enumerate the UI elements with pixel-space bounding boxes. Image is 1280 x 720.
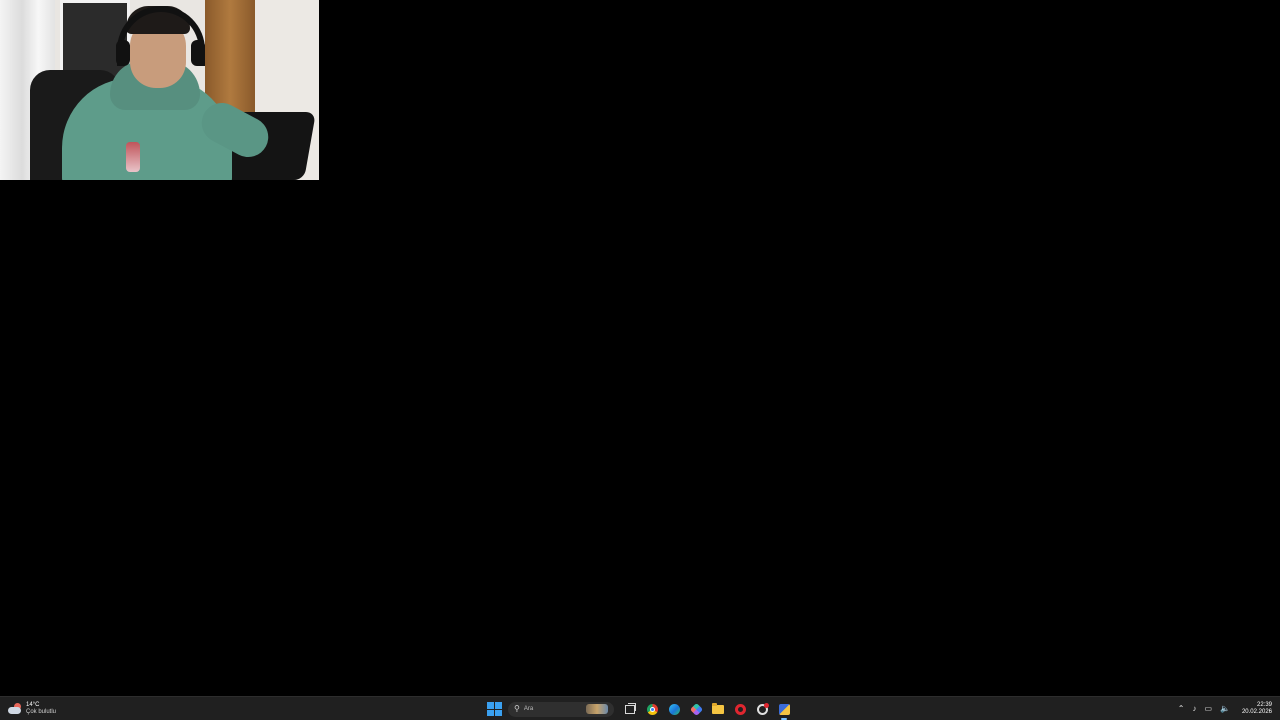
- edge-taskbar-button[interactable]: [666, 701, 682, 717]
- cloudy-weather-icon: [8, 703, 22, 715]
- folder-icon: [712, 702, 724, 714]
- microphone-icon[interactable]: ♪: [1192, 705, 1196, 713]
- webcam-headset-right: [191, 40, 205, 66]
- opera-icon: [734, 703, 746, 715]
- edge-icon: [668, 703, 680, 715]
- notes-icon: [778, 703, 790, 715]
- notes-taskbar-button[interactable]: [776, 701, 792, 720]
- taskbar: 14°C Çok bulutlu ⚲ Ara ⌃ ♪ ▭ 🔈 22:39 20.…: [0, 696, 1280, 720]
- webcam-headset-left: [116, 40, 130, 66]
- start-button[interactable]: [486, 701, 502, 717]
- chevron-up-icon[interactable]: ⌃: [1178, 705, 1185, 713]
- volume-icon[interactable]: 🔈: [1220, 705, 1230, 713]
- clock-date: 20.02.2026: [1241, 709, 1272, 715]
- weather-text: 14°C Çok bulutlu: [26, 702, 56, 716]
- task-view-button[interactable]: [622, 701, 638, 717]
- app-icon: [756, 702, 769, 715]
- clock[interactable]: 22:39 20.02.2026: [1242, 702, 1272, 716]
- tool-taskbar-button[interactable]: [754, 701, 770, 717]
- chrome-taskbar-button[interactable]: [644, 701, 660, 717]
- weather-condition: Çok bulutlu: [26, 709, 57, 715]
- display-icon[interactable]: ▭: [1204, 705, 1212, 713]
- windows-logo-icon: [487, 702, 494, 709]
- search-placeholder: Ara: [523, 706, 534, 712]
- search-box[interactable]: ⚲ Ara: [508, 701, 614, 717]
- file-explorer-taskbar-button[interactable]: [710, 701, 726, 717]
- search-icon: ⚲: [514, 704, 520, 713]
- clock-time: 22:39: [1256, 702, 1272, 708]
- webcam-hoodie-logo: [126, 142, 140, 172]
- weather-temperature: 14°C: [26, 702, 40, 708]
- weather-widget[interactable]: 14°C Çok bulutlu: [8, 699, 56, 719]
- copilot-icon: [689, 702, 703, 716]
- webcam-overlay: [0, 0, 319, 180]
- search-highlight-image: [586, 704, 608, 714]
- opera-taskbar-button[interactable]: [732, 701, 748, 717]
- task-view-icon: [625, 702, 636, 714]
- chrome-icon: [646, 703, 658, 715]
- system-tray: ⌃ ♪ ▭ 🔈 22:39 20.02.2026: [1178, 698, 1272, 720]
- copilot-taskbar-button[interactable]: [688, 701, 704, 717]
- taskbar-center: ⚲ Ara: [486, 698, 792, 720]
